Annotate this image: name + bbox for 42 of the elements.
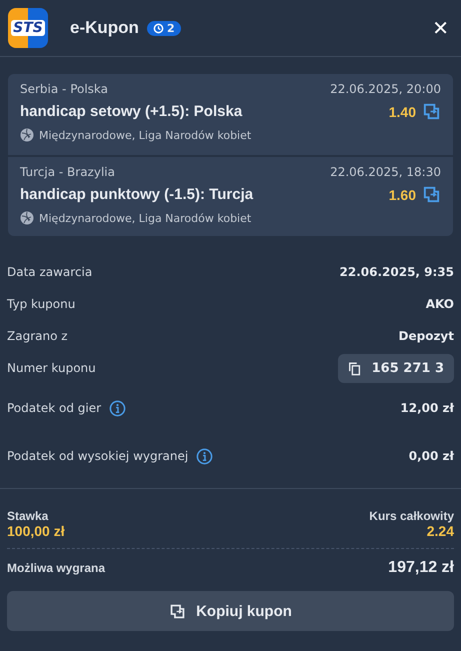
copy-icon[interactable] bbox=[422, 102, 441, 121]
info-icon[interactable] bbox=[196, 448, 214, 464]
detail-label: Numer kuponu bbox=[7, 361, 96, 375]
match-datetime: 22.06.2025, 18:30 bbox=[330, 165, 441, 179]
copy-icon bbox=[169, 602, 186, 620]
league-name: Międzynarodowe, Liga Narodów kobiet bbox=[39, 212, 252, 224]
copy-icon[interactable] bbox=[422, 185, 441, 204]
stake-value: 100,00 zł bbox=[7, 523, 65, 539]
clock-icon bbox=[152, 22, 164, 34]
bet-selection: handicap punktowy (-1.5): Turcja bbox=[20, 186, 254, 203]
detail-label: Zagrano z bbox=[7, 329, 68, 343]
odds-value: 1.40 bbox=[388, 104, 416, 120]
possible-win-label: Możliwa wygrana bbox=[7, 561, 106, 575]
league-name: Międzynarodowe, Liga Narodów kobiet bbox=[39, 128, 252, 142]
window-title: e-Kupon bbox=[70, 18, 139, 38]
detail-value: AKO bbox=[426, 297, 454, 311]
bet-count-badge: 2 bbox=[146, 20, 181, 36]
info-icon[interactable] bbox=[109, 400, 126, 416]
detail-label: Podatek od wysokiej wygranej bbox=[7, 449, 188, 463]
match-name: Turcja - Brazylia bbox=[20, 165, 115, 179]
detail-value: 12,00 zł bbox=[400, 401, 454, 415]
detail-value: 0,00 zł bbox=[408, 449, 454, 463]
detail-value: 22.06.2025, 9:35 bbox=[340, 265, 454, 279]
detail-value: Depozyt bbox=[398, 329, 454, 343]
detail-label: Podatek od gier bbox=[7, 401, 102, 415]
stake-label: Stawka bbox=[7, 509, 50, 523]
odds-value: 1.60 bbox=[388, 186, 416, 202]
coupon-number-button[interactable]: 165 271 3 bbox=[338, 354, 454, 382]
detail-label: Typ kuponu bbox=[7, 297, 76, 311]
detail-label: Data zawarcia bbox=[7, 265, 92, 279]
total-odds-value: 2.24 bbox=[426, 523, 454, 539]
copy-coupon-button[interactable]: Kopiuj kupon bbox=[7, 591, 454, 631]
volleyball-icon bbox=[20, 211, 34, 225]
match-name: Serbia - Polska bbox=[20, 82, 108, 96]
copy-icon bbox=[348, 360, 362, 376]
total-odds-label: Kurs całkowity bbox=[369, 509, 454, 523]
match-datetime: 22.06.2025, 20:00 bbox=[330, 82, 441, 96]
app-logo: STS bbox=[8, 8, 48, 48]
volleyball-icon bbox=[20, 128, 34, 142]
bet-selection: handicap setowy (+1.5): Polska bbox=[20, 103, 242, 120]
possible-win-value: 197,12 zł bbox=[388, 559, 454, 577]
close-button[interactable]: ✕ bbox=[428, 16, 453, 40]
